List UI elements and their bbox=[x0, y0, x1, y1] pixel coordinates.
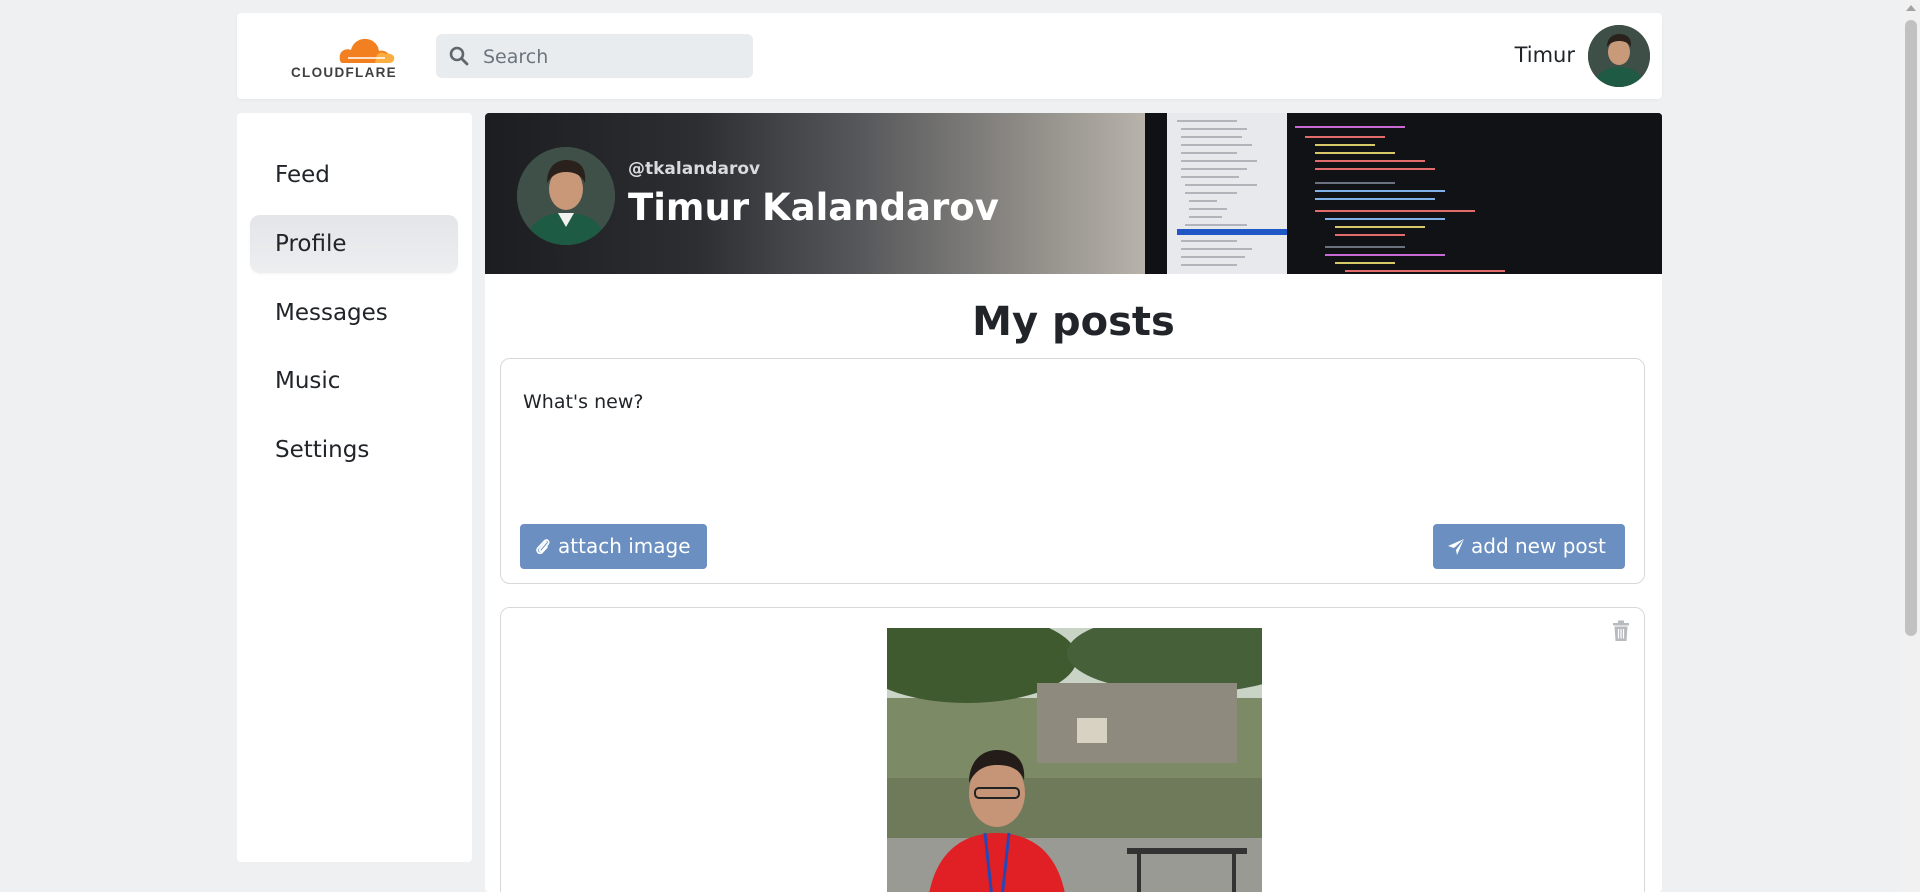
paperclip-icon bbox=[536, 538, 550, 554]
page-scrollbar[interactable] bbox=[1902, 0, 1920, 892]
sidebar-item-music[interactable]: Music bbox=[250, 352, 458, 410]
post-image[interactable] bbox=[887, 628, 1262, 892]
trash-icon[interactable] bbox=[1612, 620, 1630, 642]
search-box[interactable] bbox=[436, 34, 753, 80]
page-title: My posts bbox=[972, 299, 1175, 345]
attach-image-button[interactable]: attach image bbox=[520, 524, 707, 569]
add-new-post-label: add new post bbox=[1471, 534, 1606, 558]
cloudflare-logo[interactable]: CLOUDFLARE bbox=[285, 35, 403, 81]
post-composer: attach image add new post bbox=[500, 358, 1645, 584]
attach-image-label: attach image bbox=[558, 534, 691, 558]
header-user-name[interactable]: Timur bbox=[1515, 43, 1575, 67]
scroll-up-arrow-icon[interactable] bbox=[1906, 5, 1916, 11]
main-content: @tkalandarov Timur Kalandarov My posts a… bbox=[485, 113, 1662, 892]
banner-file-tree bbox=[1167, 113, 1287, 274]
search-input[interactable] bbox=[481, 34, 745, 80]
sidebar-item-feed[interactable]: Feed bbox=[250, 146, 458, 204]
profile-banner: @tkalandarov Timur Kalandarov bbox=[485, 113, 1662, 274]
logo-text: CLOUDFLARE bbox=[291, 65, 397, 80]
sidebar: Feed Profile Messages Music Settings bbox=[237, 113, 472, 862]
post-card bbox=[500, 607, 1645, 892]
add-new-post-button[interactable]: add new post bbox=[1433, 524, 1625, 569]
profile-avatar[interactable] bbox=[517, 147, 615, 245]
sidebar-item-profile[interactable]: Profile bbox=[250, 215, 458, 273]
paper-plane-icon bbox=[1448, 538, 1464, 555]
sidebar-item-messages[interactable]: Messages bbox=[250, 284, 458, 342]
search-icon bbox=[449, 46, 469, 66]
header-avatar[interactable] bbox=[1588, 25, 1650, 87]
profile-full-name: Timur Kalandarov bbox=[628, 186, 999, 229]
top-header: CLOUDFLARE Timur bbox=[237, 13, 1662, 99]
post-text-input[interactable] bbox=[521, 389, 1625, 483]
sidebar-item-settings[interactable]: Settings bbox=[250, 421, 458, 479]
scrollbar-thumb[interactable] bbox=[1905, 20, 1917, 636]
profile-handle: @tkalandarov bbox=[628, 159, 761, 179]
